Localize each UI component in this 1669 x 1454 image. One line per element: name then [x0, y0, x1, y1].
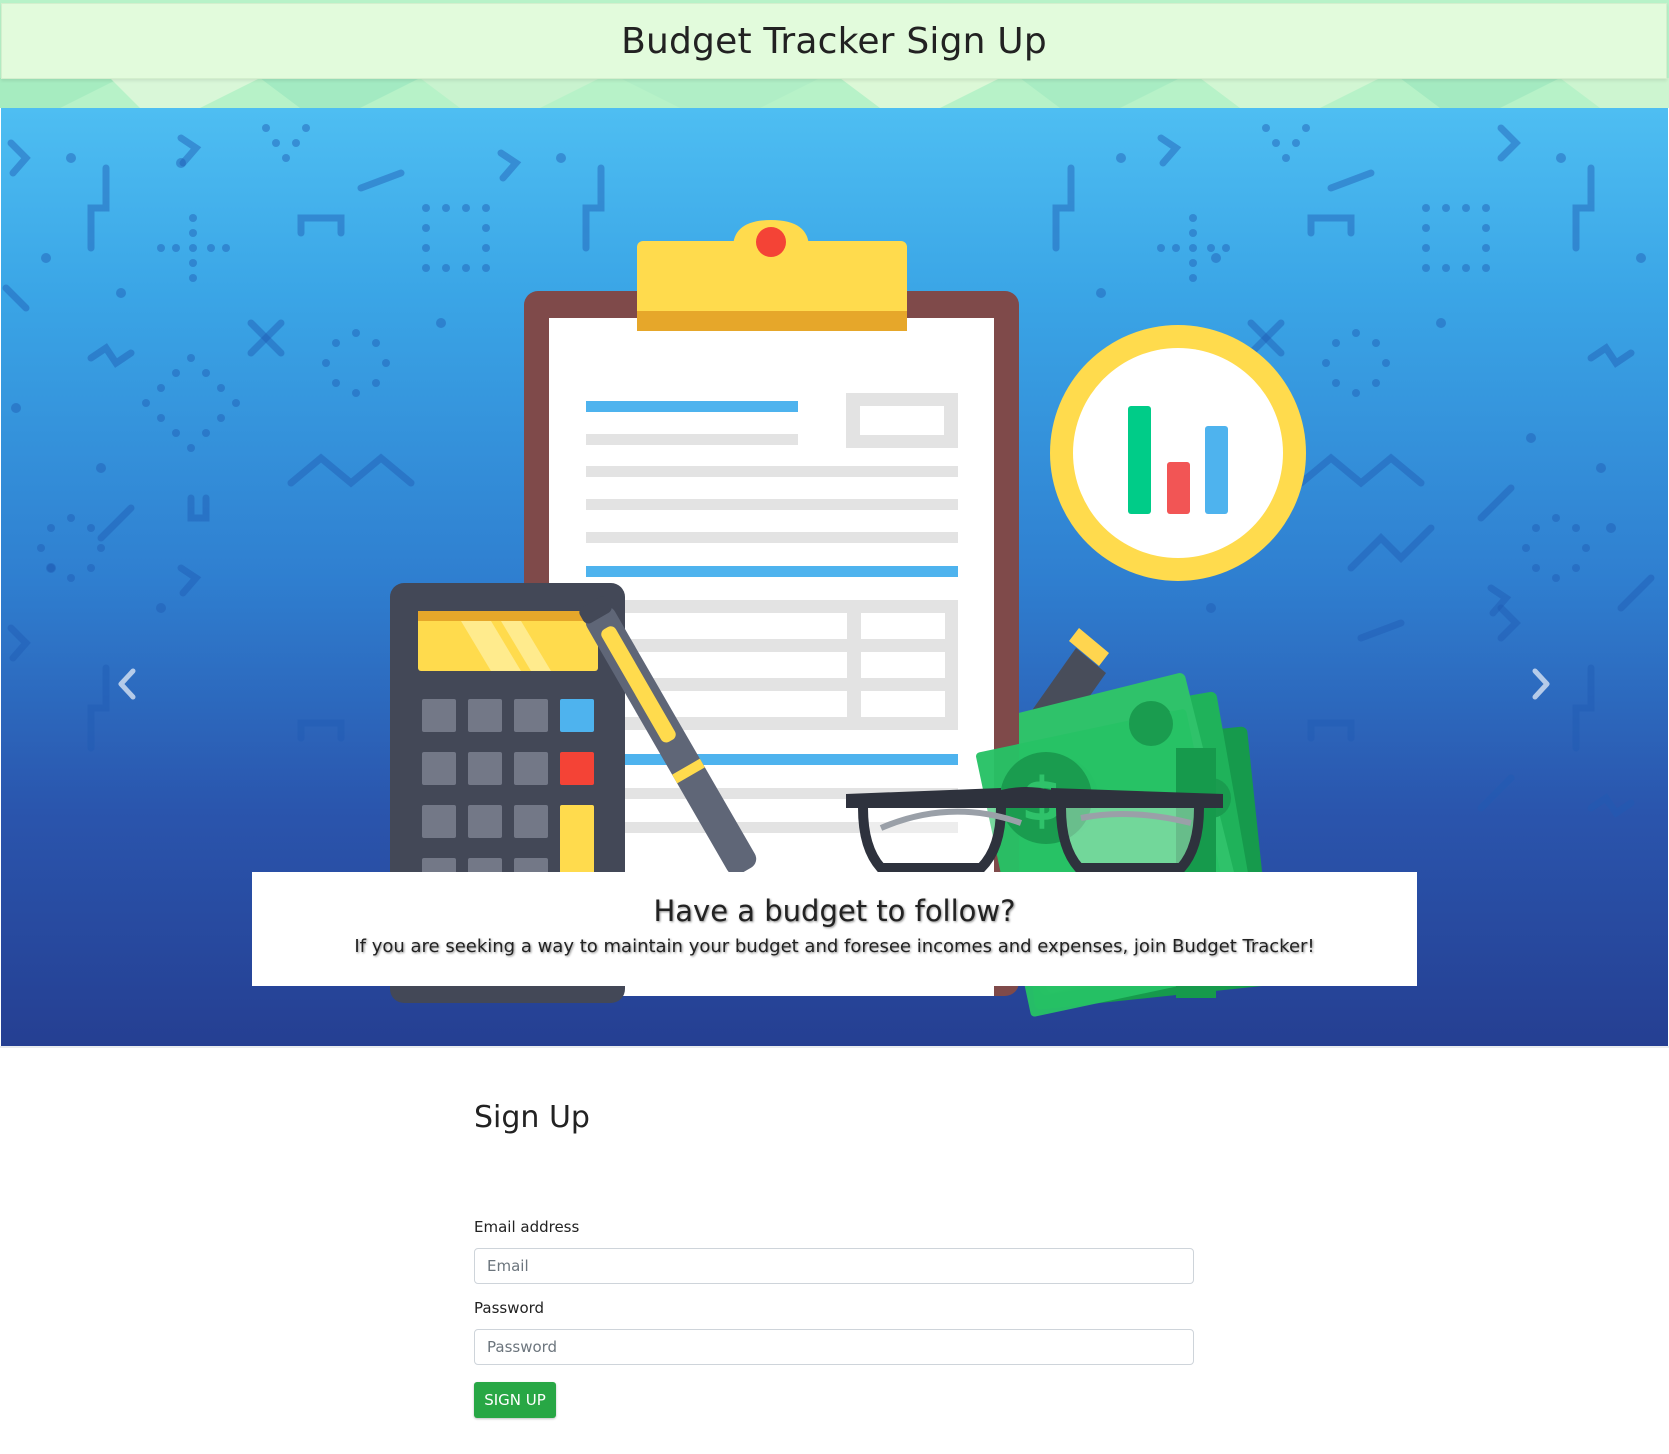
caption-title: Have a budget to follow?	[653, 894, 1016, 928]
carousel-divider	[0, 1046, 1669, 1048]
form-title: Sign Up	[474, 1100, 590, 1135]
page-title: Budget Tracker Sign Up	[621, 20, 1047, 62]
caption-text: If you are seeking a way to maintain you…	[354, 936, 1315, 957]
signup-button[interactable]: SIGN UP	[474, 1382, 556, 1418]
email-label: Email address	[474, 1218, 580, 1236]
chevron-right-icon	[1532, 668, 1550, 700]
carousel-prev-button[interactable]	[107, 654, 147, 714]
chevron-left-icon	[118, 668, 136, 700]
page-header: Budget Tracker Sign Up	[1, 3, 1667, 79]
carousel-next-button[interactable]	[1521, 654, 1561, 714]
magnifier-graphic	[1050, 325, 1306, 581]
signup-form: Sign Up Email address Password SIGN UP	[474, 1100, 1194, 1418]
carousel-caption: Have a budget to follow? If you are seek…	[252, 872, 1417, 986]
password-field[interactable]	[474, 1329, 1194, 1365]
password-label: Password	[474, 1299, 545, 1317]
hero-carousel: $	[1, 108, 1668, 1046]
email-field[interactable]	[474, 1248, 1194, 1284]
